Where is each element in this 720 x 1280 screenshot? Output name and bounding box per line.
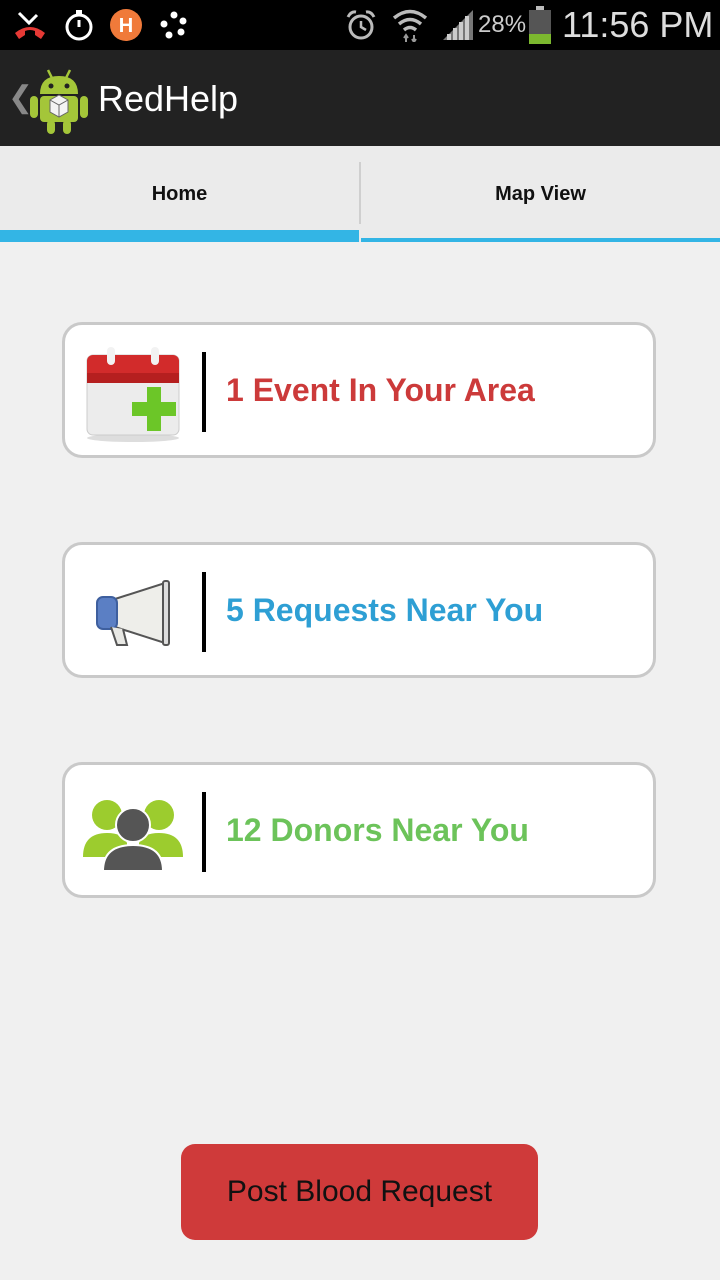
megaphone-icon bbox=[83, 563, 183, 663]
tab-bar: Home Map View bbox=[0, 146, 720, 242]
tab-indicator-active bbox=[0, 230, 359, 242]
donors-card-label: 12 Donors Near You bbox=[226, 812, 529, 848]
missed-call-icon bbox=[10, 7, 50, 43]
status-bar: H 28% 11:56 PM bbox=[0, 0, 720, 50]
requests-card-label: 5 Requests Near You bbox=[226, 592, 544, 628]
clock: 11:56 PM bbox=[562, 4, 714, 45]
stopwatch-icon bbox=[60, 7, 98, 43]
action-bar: ❮ RedHelp bbox=[0, 50, 720, 146]
android-robot-icon[interactable] bbox=[28, 64, 90, 134]
calendar-add-icon bbox=[83, 343, 183, 443]
battery-percent: 28% bbox=[478, 11, 527, 38]
card-separator bbox=[202, 572, 206, 652]
signal-icon bbox=[440, 7, 476, 43]
battery-icon bbox=[526, 6, 554, 44]
tab-map-view[interactable]: Map View bbox=[361, 146, 720, 242]
events-card-label: 1 Event In Your Area bbox=[226, 372, 535, 408]
dots-app-icon bbox=[155, 7, 193, 43]
alarm-icon bbox=[342, 7, 380, 43]
app-title: RedHelp bbox=[98, 78, 239, 119]
post-blood-request-button[interactable]: Post Blood Request bbox=[181, 1144, 538, 1240]
events-card[interactable]: 1 Event In Your Area bbox=[62, 322, 656, 458]
tab-home[interactable]: Home bbox=[0, 146, 359, 242]
people-icon bbox=[83, 783, 183, 883]
svg-text:H: H bbox=[119, 15, 133, 37]
card-separator bbox=[202, 792, 206, 872]
donors-card[interactable]: 12 Donors Near You bbox=[62, 762, 656, 898]
h-app-icon: H bbox=[107, 7, 145, 43]
tab-indicator-inactive bbox=[361, 238, 720, 242]
requests-card[interactable]: 5 Requests Near You bbox=[62, 542, 656, 678]
card-separator bbox=[202, 352, 206, 432]
wifi-icon bbox=[390, 7, 430, 43]
